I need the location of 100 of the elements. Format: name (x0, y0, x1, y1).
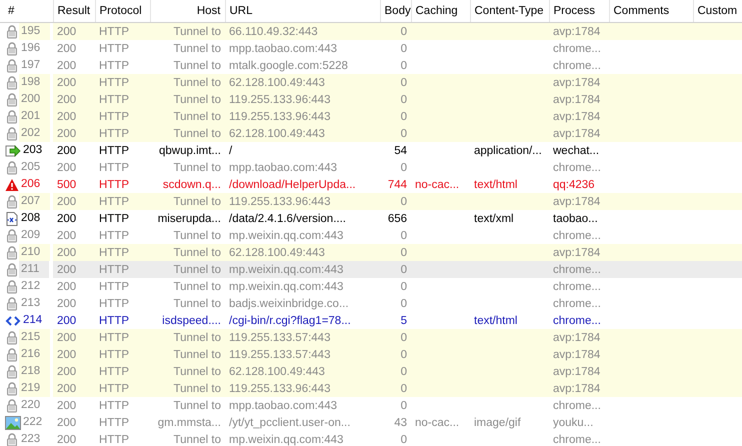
table-cell: avp:1784 (553, 26, 600, 38)
table-cell: gm.mmsta... (158, 416, 221, 428)
table-cell: chrome... (553, 400, 601, 412)
table-cell: avp:1784 (553, 110, 600, 122)
table-cell: isdspeed.... (162, 314, 221, 326)
table-cell: 656 (388, 212, 407, 224)
table-cell: text/xml (474, 212, 514, 224)
session-number: 197 (20, 58, 42, 73)
table-cell: chrome... (553, 314, 601, 326)
table-cell: Tunnel to (173, 400, 221, 412)
table-cell: mp.weixin.qq.com:443 (229, 230, 344, 242)
table-cell: HTTP (99, 162, 130, 174)
table-cell: mp.weixin.qq.com:443 (229, 434, 344, 446)
table-cell: 200 (57, 280, 76, 292)
session-number: 198 (19, 74, 50, 91)
session-number: 203 (22, 143, 44, 158)
column-header[interactable]: Protocol (100, 5, 142, 17)
table-cell: 0 (400, 246, 407, 258)
table-cell: badjs.weixinbridge.co... (229, 298, 349, 310)
table-cell: HTTP (99, 264, 130, 276)
column-header[interactable]: Process (554, 5, 596, 17)
table-cell: HTTP (99, 366, 130, 378)
table-cell: 0 (400, 196, 407, 208)
session-number: 214 (22, 313, 44, 328)
lock-icon (5, 57, 19, 74)
table-cell: text/html (474, 314, 518, 326)
table-cell: chrome... (553, 264, 601, 276)
table-cell: 200 (57, 196, 76, 208)
lock-icon (5, 23, 19, 40)
table-cell: chrome... (553, 42, 601, 54)
column-header[interactable]: Comments (614, 5, 670, 17)
table-cell: application/... (474, 144, 542, 156)
table-cell: 200 (57, 416, 76, 428)
lock-icon (5, 227, 19, 244)
column-header[interactable]: # (8, 5, 14, 17)
lock-icon (5, 159, 19, 176)
table-cell: HTTP (99, 42, 130, 54)
table-cell: avp:1784 (553, 76, 600, 88)
table-cell: qbwup.imt... (159, 144, 221, 156)
table-cell: 0 (400, 280, 407, 292)
column-header[interactable]: Custom (698, 5, 738, 17)
table-cell: avp:1784 (553, 128, 600, 140)
column-header[interactable]: Result (58, 5, 90, 17)
table-cell: 0 (400, 26, 407, 38)
table-cell: HTTP (99, 76, 130, 88)
arrow-icon (5, 142, 21, 159)
session-number: 211 (19, 261, 50, 278)
table-cell: 66.110.49.32:443 (229, 26, 318, 38)
session-number: 207 (19, 193, 50, 210)
table-cell: HTTP (99, 26, 130, 38)
table-cell: mpp.taobao.com:443 (229, 162, 338, 174)
table-cell: 62.128.100.49:443 (229, 128, 325, 140)
table-cell: 0 (400, 434, 407, 446)
table-cell: 0 (400, 60, 407, 72)
table-cell: avp:1784 (553, 348, 600, 360)
table-cell: 0 (400, 264, 407, 276)
lock-icon (5, 74, 19, 91)
table-cell: 200 (57, 60, 76, 72)
table-cell: HTTP (99, 230, 130, 242)
table-cell: HTTP (99, 314, 130, 326)
table-cell: /cgi-bin/r.cgi?flag1=78... (229, 314, 351, 326)
session-number: 220 (20, 398, 42, 413)
table-cell: chrome... (553, 162, 601, 174)
table-cell: 200 (57, 110, 76, 122)
table-cell: HTTP (99, 400, 130, 412)
session-number: 215 (19, 329, 50, 346)
session-number: 222 (22, 415, 44, 430)
table-cell: Tunnel to (173, 60, 221, 72)
image-icon (5, 414, 21, 431)
table-cell: 200 (57, 94, 76, 106)
lock-icon (5, 40, 19, 57)
table-cell: qq:4236 (553, 178, 595, 190)
table-cell: HTTP (99, 94, 130, 106)
table-cell: 200 (57, 264, 76, 276)
table-cell: 200 (57, 144, 76, 156)
table-cell: Tunnel to (173, 298, 221, 310)
table-cell: chrome... (553, 230, 601, 242)
column-header[interactable]: Caching (416, 5, 458, 17)
column-header[interactable]: URL (230, 5, 253, 17)
table-cell: Tunnel to (173, 76, 221, 88)
table-cell: scdown.q... (162, 178, 221, 190)
table-cell: 200 (57, 400, 76, 412)
table-cell: mp.weixin.qq.com:443 (229, 264, 344, 276)
table-cell: 5 (400, 314, 407, 326)
table-cell: 200 (57, 42, 76, 54)
table-cell: chrome... (553, 298, 601, 310)
session-number: 209 (20, 228, 42, 243)
session-number: 205 (20, 160, 42, 175)
table-cell: Tunnel to (173, 196, 221, 208)
table-cell: /download/HelperUpda... (229, 178, 356, 190)
column-header[interactable]: Content-Type (474, 5, 544, 17)
table-cell: 62.128.100.49:443 (229, 366, 325, 378)
lock-icon (5, 125, 19, 142)
column-header[interactable]: Host (196, 5, 220, 17)
session-number: 216 (19, 346, 50, 363)
table-cell: wechat... (553, 144, 600, 156)
lock-icon (5, 431, 19, 446)
session-number: 223 (20, 432, 42, 446)
table-cell: image/gif (474, 416, 521, 428)
table-cell: 500 (57, 178, 76, 190)
